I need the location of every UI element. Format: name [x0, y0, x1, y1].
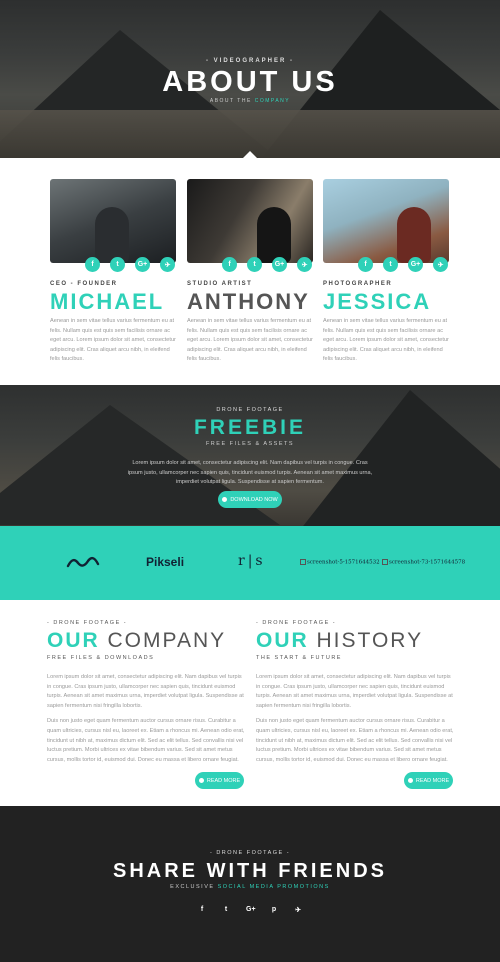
team-role: PHOTOGRAPHER — [323, 281, 393, 287]
google-plus-icon[interactable]: G+ — [408, 257, 423, 272]
team-role: CEO - FOUNDER — [50, 281, 118, 287]
rs-logo: r|s — [238, 553, 266, 569]
share-subtitle: EXCLUSIVE SOCIAL MEDIA PROMOTIONS — [0, 884, 500, 890]
partner-logos: Pikseli r|s screenshot-5-1571644532 scre… — [0, 526, 500, 600]
google-plus-icon[interactable]: G+ — [246, 906, 256, 914]
team-card-jessica: f t G+ ✈ PHOTOGRAPHER JESSICA Aenean in … — [323, 179, 450, 365]
share-title: SHARE WITH FRIENDS — [113, 860, 387, 882]
hero-subtitle: ABOUT THE COMPANY — [0, 98, 500, 104]
page-title: ABOUT US — [162, 66, 338, 98]
history-paragraph: Duis non justo eget quam fermentum aucto… — [256, 718, 454, 763]
share-section: - DRONE FOOTAGE - SHARE WITH FRIENDS EXC… — [0, 806, 500, 962]
telegram-icon[interactable]: ✈ — [433, 257, 448, 272]
team-card-anthony: f t G+ ✈ STUDIO ARTIST ANTHONY Aenean in… — [187, 179, 314, 365]
company-paragraph: Lorem ipsum dolor sit amet, consectetur … — [47, 674, 244, 709]
social-links: f t G+ ✈ — [222, 257, 312, 272]
team-name: MICHAEL — [50, 289, 165, 314]
company-paragraph: Duis non justo eget quam fermentum aucto… — [47, 718, 245, 763]
download-now-label: DOWNLOAD NOW — [230, 496, 278, 503]
team-bio: Aenean in sem vitae tellus varius fermen… — [323, 318, 449, 363]
history-read-more-button[interactable]: READ MORE — [404, 772, 453, 789]
share-social-links: f t G+ p ✈ — [198, 906, 302, 914]
team-section: f t G+ ✈ CEO - FOUNDER MICHAEL Aenean in… — [0, 158, 500, 385]
company-title-rest: COMPANY — [107, 629, 227, 652]
telegram-icon[interactable]: ✈ — [160, 257, 175, 272]
google-plus-icon[interactable]: G+ — [135, 257, 150, 272]
team-name: ANTHONY — [187, 289, 310, 314]
telegram-icon[interactable]: ✈ — [297, 257, 312, 272]
company-kicker: - DRONE FOOTAGE - — [47, 620, 128, 626]
team-photo — [50, 179, 176, 263]
telegram-icon[interactable]: ✈ — [294, 906, 302, 914]
freebie-text: Lorem ipsum dolor sit amet, consectetur … — [127, 460, 373, 485]
history-title-rest: HISTORY — [316, 629, 424, 652]
broken-image-icon — [300, 559, 306, 565]
twitter-icon[interactable]: t — [383, 257, 398, 272]
freebie-kicker: DRONE FOOTAGE — [216, 407, 284, 413]
wave-logo-icon — [66, 556, 100, 568]
share-subtitle-prefix: EXCLUSIVE — [170, 884, 215, 890]
broken-image-icon — [382, 559, 388, 565]
facebook-icon[interactable]: f — [85, 257, 100, 272]
history-paragraph: Lorem ipsum dolor sit amet, consectetur … — [256, 674, 453, 709]
download-icon — [222, 497, 228, 502]
social-links: f t G+ ✈ — [358, 257, 448, 272]
team-card-michael: f t G+ ✈ CEO - FOUNDER MICHAEL Aenean in… — [50, 179, 177, 365]
our-company-column: - DRONE FOOTAGE - OUR COMPANY FREE FILES… — [47, 620, 245, 765]
twitter-icon[interactable]: t — [110, 257, 125, 272]
hero-subtitle-accent: COMPANY — [254, 98, 291, 104]
facebook-icon[interactable]: f — [198, 906, 206, 914]
download-now-button[interactable]: DOWNLOAD NOW — [218, 491, 282, 508]
broken-image-alt: screenshot-73-1571644578 — [389, 559, 466, 566]
broken-image: screenshot-5-1571644532 — [300, 559, 380, 566]
person-silhouette — [95, 207, 129, 263]
team-role: STUDIO ARTIST — [187, 281, 253, 287]
read-more-label: READ MORE — [206, 777, 241, 784]
social-links: f t G+ ✈ — [85, 257, 175, 272]
freebie-subtitle: FREE FILES & ASSETS — [205, 441, 295, 447]
pinterest-icon[interactable]: p — [270, 906, 278, 914]
freebie-section: DRONE FOOTAGE FREEBIE FREE FILES & ASSET… — [0, 385, 500, 526]
team-photo — [187, 179, 313, 263]
company-title: OUR COMPANY — [47, 630, 245, 651]
twitter-icon[interactable]: t — [247, 257, 262, 272]
team-photo — [323, 179, 449, 263]
hero-kicker: - VIDEOGRAPHER - — [205, 58, 294, 64]
read-more-label: READ MORE — [415, 777, 450, 784]
freebie-title: FREEBIE — [193, 416, 306, 439]
share-subtitle-accent: SOCIAL MEDIA PROMOTIONS — [217, 884, 330, 890]
pikseli-logo: Pikseli — [146, 555, 185, 569]
team-bio: Aenean in sem vitae tellus varius fermen… — [187, 318, 313, 363]
person-silhouette — [257, 207, 291, 263]
broken-image: screenshot-73-1571644578 — [382, 559, 465, 566]
hero-subtitle-prefix: ABOUT THE — [209, 98, 252, 104]
company-tagline: FREE FILES & DOWNLOADS — [47, 655, 155, 661]
hero-section: - VIDEOGRAPHER - ABOUT US ABOUT THE COMP… — [0, 0, 500, 158]
team-bio: Aenean in sem vitae tellus varius fermen… — [50, 318, 176, 363]
team-name: JESSICA — [323, 289, 432, 314]
read-more-icon — [407, 778, 413, 783]
section-notch — [242, 151, 258, 158]
person-silhouette — [397, 207, 431, 263]
history-title-accent: OUR — [256, 629, 309, 652]
history-title: OUR HISTORY — [256, 630, 454, 651]
our-history-column: - DRONE FOOTAGE - OUR HISTORY THE START … — [256, 620, 454, 765]
facebook-icon[interactable]: f — [358, 257, 373, 272]
about-section: - DRONE FOOTAGE - OUR COMPANY FREE FILES… — [0, 600, 500, 806]
company-read-more-button[interactable]: READ MORE — [195, 772, 244, 789]
broken-image-alt: screenshot-5-1571644532 — [307, 559, 380, 566]
history-kicker: - DRONE FOOTAGE - — [256, 620, 337, 626]
google-plus-icon[interactable]: G+ — [272, 257, 287, 272]
facebook-icon[interactable]: f — [222, 257, 237, 272]
share-kicker: - DRONE FOOTAGE - — [209, 850, 291, 856]
company-title-accent: OUR — [47, 629, 100, 652]
read-more-icon — [198, 778, 204, 783]
twitter-icon[interactable]: t — [222, 906, 230, 914]
history-tagline: THE START & FUTURE — [256, 655, 342, 661]
